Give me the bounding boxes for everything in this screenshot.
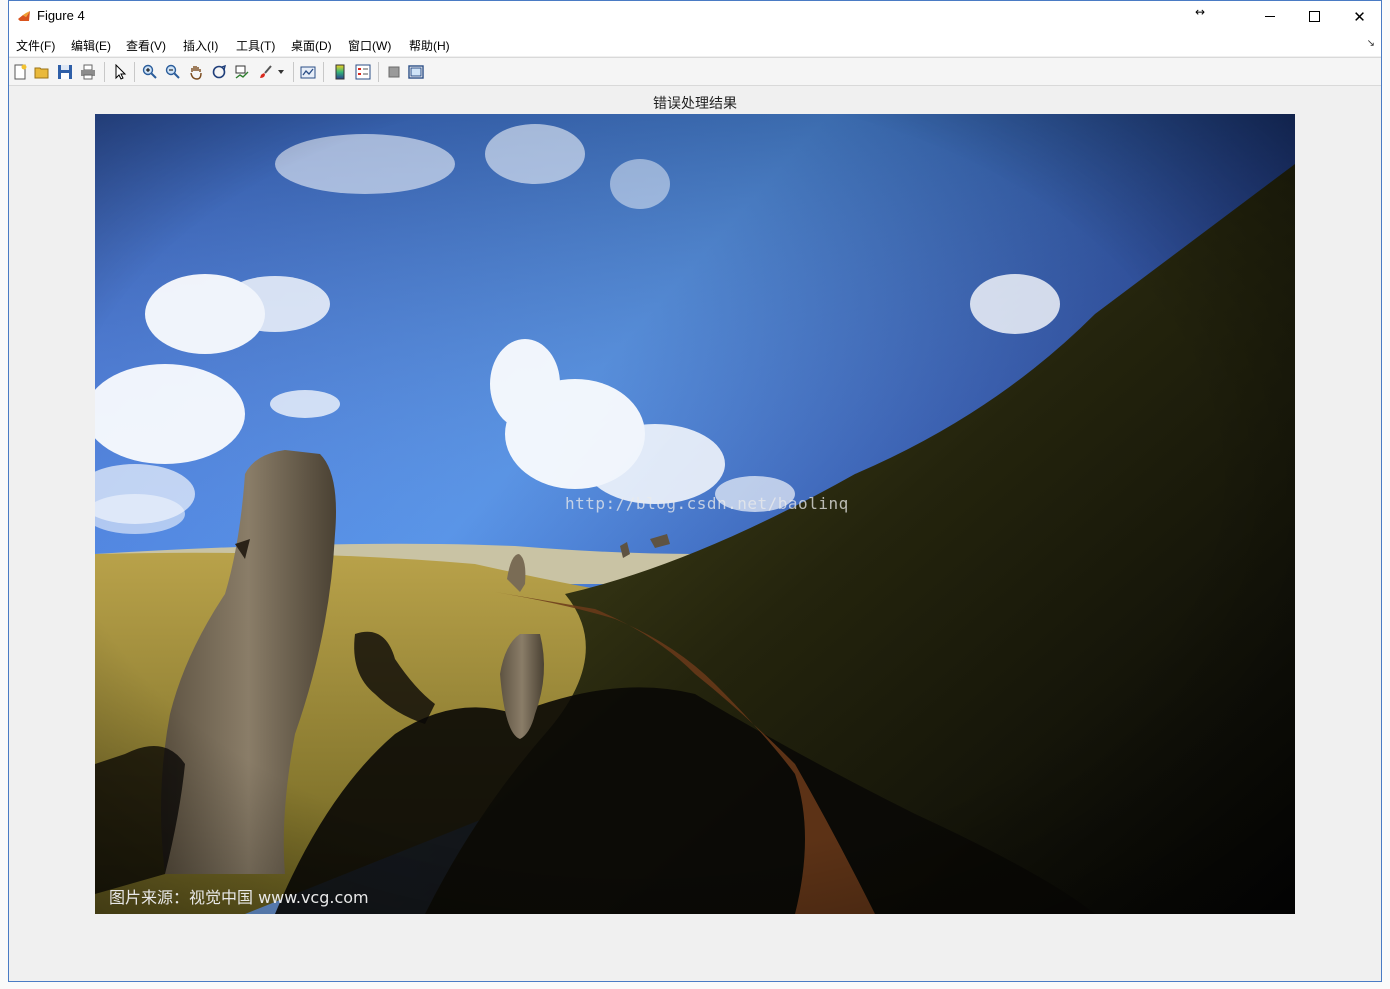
minimize-icon: [1264, 16, 1275, 17]
rotate-3d-icon: [212, 64, 226, 79]
menu-help[interactable]: 帮助(H): [409, 37, 450, 54]
image-credit: 图片来源：视觉中国 www.vcg.com: [109, 888, 369, 907]
link-plot-button[interactable]: [299, 63, 317, 81]
menu-desktop[interactable]: 桌面(D): [291, 37, 332, 54]
open-file-button[interactable]: [33, 63, 51, 81]
displayed-image[interactable]: http://blog.csdn.net/baolinq 图片来源：视觉中国 w…: [95, 114, 1295, 914]
print-button[interactable]: [79, 63, 97, 81]
toolbar-separator: [293, 62, 294, 82]
pointer-icon: [115, 64, 127, 80]
brush-button[interactable]: [257, 63, 275, 81]
toolbar-separator: [378, 62, 379, 82]
save-button[interactable]: [56, 63, 74, 81]
show-plot-tools-icon: [408, 65, 424, 79]
rotate-3d-button[interactable]: [210, 63, 228, 81]
new-figure-icon: [14, 64, 27, 80]
brush-icon: [260, 65, 272, 78]
toolbar-separator: [134, 62, 135, 82]
toolbar-separator: [323, 62, 324, 82]
axes-title: 错误处理结果: [653, 96, 737, 112]
matlab-logo-icon: [18, 11, 30, 21]
landscape-photo: [95, 114, 1295, 914]
figure-toolbar: [9, 57, 1381, 86]
zoom-out-button[interactable]: [164, 63, 182, 81]
colorbar-icon: [335, 64, 345, 80]
pan-button[interactable]: [187, 63, 205, 81]
watermark-url: http://blog.csdn.net/baolinq: [565, 494, 849, 513]
zoom-out-icon: [165, 64, 180, 79]
colorbar-button[interactable]: [331, 63, 349, 81]
minimize-button[interactable]: [1247, 1, 1292, 32]
brush-dropdown[interactable]: [276, 63, 286, 81]
menu-insert[interactable]: 插入(I): [183, 37, 218, 54]
menu-view[interactable]: 查看(V): [126, 37, 166, 54]
menu-window[interactable]: 窗口(W): [348, 37, 391, 54]
close-button[interactable]: ✕: [1337, 1, 1382, 32]
show-plot-tools-button[interactable]: [407, 63, 425, 81]
print-icon: [81, 64, 95, 80]
save-icon: [58, 65, 72, 79]
resize-cursor-icon: ↔: [1195, 5, 1206, 19]
zoom-in-icon: [142, 64, 157, 79]
hide-plot-tools-icon: [388, 66, 400, 78]
pan-hand-icon: [190, 66, 202, 80]
open-file-icon: [34, 67, 49, 79]
edit-plot-button[interactable]: [111, 63, 129, 81]
link-plot-icon: [300, 66, 316, 79]
new-figure-button[interactable]: [11, 63, 29, 81]
figure-window: Figure 4 ↔ ✕ 文件(F) 编辑(E) 查看(V) 插入(I) 工具(…: [8, 0, 1382, 982]
menu-edit[interactable]: 编辑(E): [71, 37, 111, 54]
legend-icon: [355, 64, 371, 80]
title-bar: Figure 4 ↔ ✕: [9, 1, 1381, 32]
hide-plot-tools-button[interactable]: [385, 63, 403, 81]
menu-tools[interactable]: 工具(T): [236, 37, 275, 54]
zoom-in-button[interactable]: [141, 63, 159, 81]
menu-file[interactable]: 文件(F): [16, 37, 55, 54]
close-icon: ✕: [1353, 7, 1366, 26]
legend-button[interactable]: [354, 63, 372, 81]
data-cursor-button[interactable]: [233, 63, 251, 81]
toolbar-separator: [104, 62, 105, 82]
data-cursor-icon: [235, 65, 249, 79]
window-title: Figure 4: [37, 8, 85, 23]
menu-bar: 文件(F) 编辑(E) 查看(V) 插入(I) 工具(T) 桌面(D) 窗口(W…: [9, 32, 1381, 56]
menu-overflow-icon[interactable]: ↘: [1367, 38, 1375, 49]
maximize-button[interactable]: [1292, 1, 1337, 32]
chevron-down-icon: [278, 70, 284, 74]
maximize-icon: [1309, 11, 1320, 22]
